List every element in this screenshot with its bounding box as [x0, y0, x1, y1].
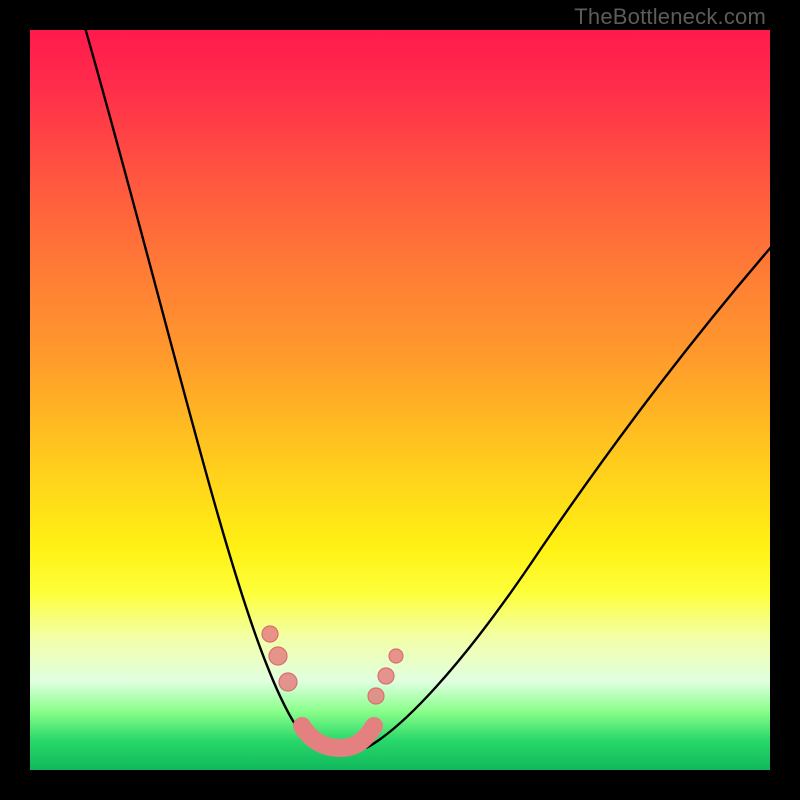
trough-band — [302, 726, 374, 748]
marker-right-2 — [389, 649, 403, 663]
outer-frame: TheBottleneck.com — [0, 0, 800, 800]
marker-left-1 — [269, 647, 287, 665]
marker-left-2 — [279, 673, 297, 691]
plot-area — [30, 30, 770, 770]
marker-left-0 — [262, 626, 278, 642]
watermark-text: TheBottleneck.com — [574, 4, 766, 30]
curve-overlay — [30, 30, 770, 770]
left-curve — [84, 30, 314, 748]
marker-right-0 — [368, 688, 384, 704]
marker-right-1 — [378, 668, 394, 684]
right-curve — [366, 246, 770, 748]
